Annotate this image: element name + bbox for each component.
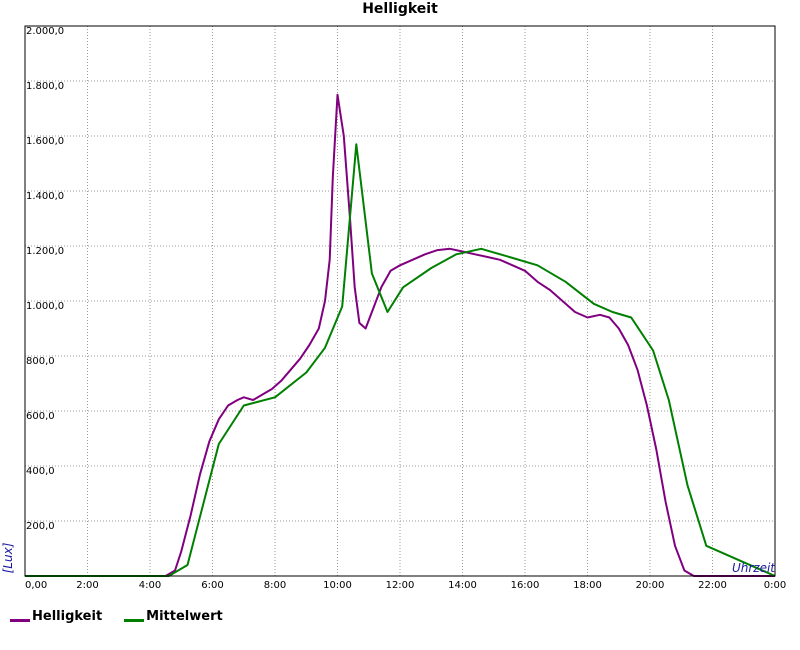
legend: Helligkeit Mittelwert <box>10 609 223 624</box>
x-tick-label: 8:00 <box>264 580 286 591</box>
x-tick-label: 10:00 <box>323 580 352 591</box>
legend-label-helligkeit: Helligkeit <box>32 609 103 624</box>
legend-swatch-mittelwert <box>124 619 145 622</box>
x-tick-label: 0,00 <box>25 580 47 591</box>
x-tick-label: 22:00 <box>698 580 727 591</box>
y-tick-label: 400,0 <box>26 466 55 477</box>
grid <box>25 26 775 576</box>
legend-item-mittelwert: Mittelwert <box>124 609 223 624</box>
y-tick-label: 2.000,0 <box>26 26 64 37</box>
x-tick-label: 16:00 <box>511 580 540 591</box>
y-tick-label: 600,0 <box>26 411 55 422</box>
y-tick-label: 1.200,0 <box>26 246 64 257</box>
y-tick-label: 1.800,0 <box>26 81 64 92</box>
x-tick-label: 4:00 <box>139 580 161 591</box>
x-axis-label: Uhrzeit <box>732 561 776 575</box>
y-tick-label: 1.600,0 <box>26 136 64 147</box>
y-tick-label: 1.000,0 <box>26 301 64 312</box>
x-tick-label: 6:00 <box>201 580 223 591</box>
legend-swatch-helligkeit <box>10 619 30 622</box>
chart-title: Helligkeit <box>362 1 438 17</box>
x-tick-label: 20:00 <box>636 580 665 591</box>
y-tick-label: 1.400,0 <box>26 191 64 202</box>
x-tick-label: 14:00 <box>448 580 477 591</box>
x-tick-label: 0:00 <box>764 580 786 591</box>
x-tick-label: 18:00 <box>573 580 602 591</box>
y-axis-label: [Lux] <box>1 542 15 573</box>
tick-labels: 0,00 2:00 4:00 6:00 8:00 10:00 12:00 14:00 16:00… <box>25 26 786 591</box>
legend-label-mittelwert: Mittelwert <box>146 609 223 624</box>
x-tick-label: 12:00 <box>386 580 415 591</box>
legend-item-helligkeit: Helligkeit <box>10 609 102 624</box>
chart: Helligkeit 0,00 2:00 4:00 6:00 8:00 10:00 12:0… <box>1 1 786 591</box>
x-tick-label: 2:00 <box>76 580 98 591</box>
y-tick-label: 800,0 <box>26 356 55 367</box>
y-tick-label: 200,0 <box>26 521 55 532</box>
